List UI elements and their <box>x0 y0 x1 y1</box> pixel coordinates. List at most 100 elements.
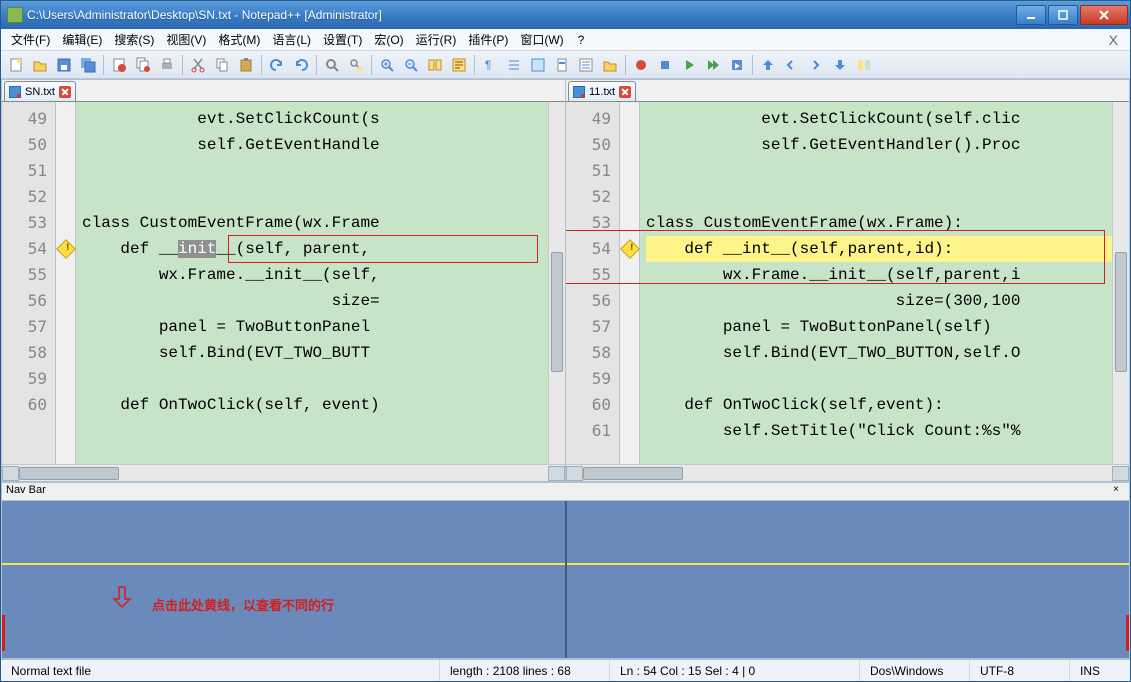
compare-last-icon[interactable] <box>829 54 851 76</box>
save-macro-icon[interactable] <box>726 54 748 76</box>
nav-cursor-marker <box>1126 615 1129 651</box>
menubar: 文件(F) 编辑(E) 搜索(S) 视图(V) 格式(M) 语言(L) 设置(T… <box>1 29 1130 51</box>
menu-search[interactable]: 搜索(S) <box>108 29 160 50</box>
toolbar: ¶ <box>1 51 1130 79</box>
tab-label: 11.txt <box>589 86 615 98</box>
left-margin <box>56 102 76 464</box>
nav-bar-close-icon[interactable]: × <box>1113 484 1127 498</box>
nav-left[interactable]: 点击此处黄线，以查看不同的行 <box>2 501 567 658</box>
compare-prev-icon[interactable] <box>781 54 803 76</box>
maximize-button[interactable] <box>1048 5 1078 25</box>
nav-cursor-marker <box>2 615 5 651</box>
find-icon[interactable] <box>321 54 343 76</box>
play-multi-icon[interactable] <box>702 54 724 76</box>
right-margin <box>620 102 640 464</box>
right-line-numbers: 49505152535455565758596061 <box>566 102 620 464</box>
stop-macro-icon[interactable] <box>654 54 676 76</box>
left-pane: SN.txt 495051525354555657585960 evt.SetC… <box>1 79 565 482</box>
menubar-close-icon[interactable]: X <box>1101 32 1126 48</box>
open-file-icon[interactable] <box>29 54 51 76</box>
nav-bar-label: Nav Bar <box>6 484 46 496</box>
undo-icon[interactable] <box>266 54 288 76</box>
tab-label: SN.txt <box>25 86 55 98</box>
menu-run[interactable]: 运行(R) <box>410 29 463 50</box>
close-all-icon[interactable] <box>132 54 154 76</box>
func-list-icon[interactable] <box>575 54 597 76</box>
svg-text:¶: ¶ <box>485 58 491 72</box>
status-position: Ln : 54 Col : 15 Sel : 4 | 0 <box>610 660 860 681</box>
status-length: length : 2108 lines : 68 <box>440 660 610 681</box>
left-line-numbers: 495051525354555657585960 <box>2 102 56 464</box>
status-ins: INS <box>1070 660 1130 681</box>
indent-guide-icon[interactable] <box>503 54 525 76</box>
cut-icon[interactable] <box>187 54 209 76</box>
file-icon <box>9 86 21 98</box>
down-arrow-icon <box>112 585 132 609</box>
status-eol: Dos\Windows <box>860 660 970 681</box>
tab-close-icon[interactable] <box>619 86 631 98</box>
left-tabbar: SN.txt <box>2 80 565 102</box>
statusbar: Normal text file length : 2108 lines : 6… <box>1 659 1130 681</box>
nav-hint-text: 点击此处黄线，以查看不同的行 <box>152 595 334 614</box>
left-horizontal-scrollbar[interactable] <box>2 464 565 481</box>
nav-bar-header: Nav Bar × <box>1 483 1130 501</box>
menu-window[interactable]: 窗口(W) <box>514 29 569 50</box>
app-icon <box>7 7 23 23</box>
menu-view[interactable]: 视图(V) <box>160 29 212 50</box>
zoom-out-icon[interactable] <box>400 54 422 76</box>
nav-bar-panel[interactable]: 点击此处黄线，以查看不同的行 <box>1 501 1130 659</box>
menu-plugins[interactable]: 插件(P) <box>462 29 514 50</box>
copy-icon[interactable] <box>211 54 233 76</box>
compare-next-icon[interactable] <box>805 54 827 76</box>
status-encoding: UTF-8 <box>970 660 1070 681</box>
show-all-chars-icon[interactable]: ¶ <box>479 54 501 76</box>
paste-icon[interactable] <box>235 54 257 76</box>
right-code-area[interactable]: evt.SetClickCount(self.clic self.GetEven… <box>640 102 1112 464</box>
left-code-area[interactable]: evt.SetClickCount(s self.GetEventHandle … <box>76 102 548 464</box>
print-icon[interactable] <box>156 54 178 76</box>
save-all-icon[interactable] <box>77 54 99 76</box>
save-icon[interactable] <box>53 54 75 76</box>
tab-close-icon[interactable] <box>59 86 71 98</box>
menu-format[interactable]: 格式(M) <box>212 29 266 50</box>
replace-icon[interactable] <box>345 54 367 76</box>
right-vertical-scrollbar[interactable] <box>1112 102 1129 464</box>
tab-sn-txt[interactable]: SN.txt <box>4 81 76 101</box>
compare-first-icon[interactable] <box>757 54 779 76</box>
folder-icon[interactable] <box>599 54 621 76</box>
record-macro-icon[interactable] <box>630 54 652 76</box>
sync-scroll-icon[interactable] <box>424 54 446 76</box>
close-button[interactable] <box>1080 5 1128 25</box>
status-doctype: Normal text file <box>1 660 440 681</box>
new-file-icon[interactable] <box>5 54 27 76</box>
nav-diff-line[interactable] <box>567 563 1130 565</box>
right-horizontal-scrollbar[interactable] <box>566 464 1129 481</box>
menu-macro[interactable]: 宏(O) <box>368 29 409 50</box>
titlebar[interactable]: C:\Users\Administrator\Desktop\SN.txt - … <box>1 1 1130 29</box>
menu-edit[interactable]: 编辑(E) <box>56 29 108 50</box>
tab-11-txt[interactable]: 11.txt <box>568 81 636 101</box>
close-file-icon[interactable] <box>108 54 130 76</box>
split-view: SN.txt 495051525354555657585960 evt.SetC… <box>1 79 1130 483</box>
menu-settings[interactable]: 设置(T) <box>317 29 368 50</box>
menu-language[interactable]: 语言(L) <box>266 29 317 50</box>
nav-right[interactable] <box>567 501 1130 658</box>
left-editor[interactable]: 495051525354555657585960 evt.SetClickCou… <box>2 102 565 464</box>
compare-icon[interactable] <box>853 54 875 76</box>
right-tabbar: 11.txt <box>566 80 1129 102</box>
minimize-button[interactable] <box>1016 5 1046 25</box>
menu-file[interactable]: 文件(F) <box>5 29 56 50</box>
window-title: C:\Users\Administrator\Desktop\SN.txt - … <box>27 8 1016 22</box>
nav-diff-line[interactable] <box>2 563 565 565</box>
left-vertical-scrollbar[interactable] <box>548 102 565 464</box>
zoom-in-icon[interactable] <box>376 54 398 76</box>
redo-icon[interactable] <box>290 54 312 76</box>
user-define-icon[interactable] <box>527 54 549 76</box>
app-window: C:\Users\Administrator\Desktop\SN.txt - … <box>0 0 1131 682</box>
word-wrap-icon[interactable] <box>448 54 470 76</box>
doc-map-icon[interactable] <box>551 54 573 76</box>
play-macro-icon[interactable] <box>678 54 700 76</box>
menu-help[interactable]: ? <box>572 31 591 49</box>
right-pane: 11.txt 49505152535455565758596061 evt.Se… <box>565 79 1130 482</box>
right-editor[interactable]: 49505152535455565758596061 evt.SetClickC… <box>566 102 1129 464</box>
